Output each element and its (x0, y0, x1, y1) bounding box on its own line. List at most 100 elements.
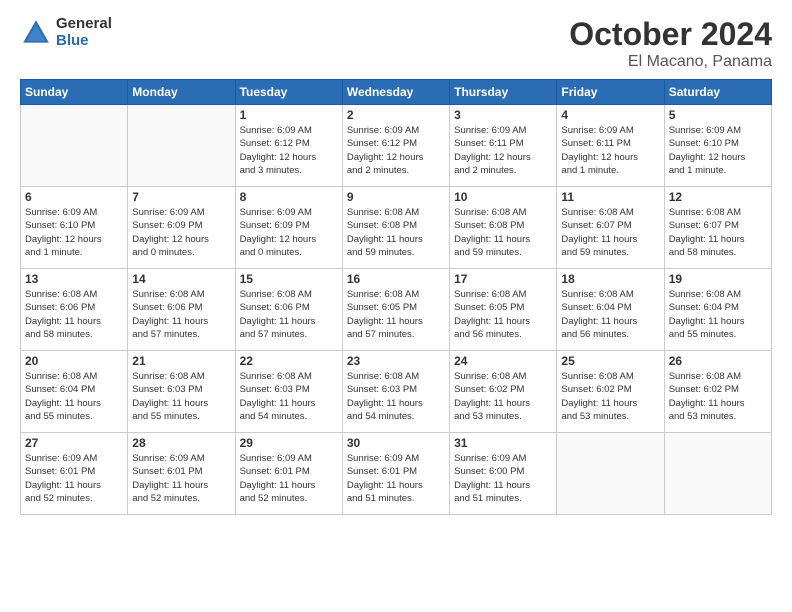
weekday-header-row: Sunday Monday Tuesday Wednesday Thursday… (21, 80, 772, 105)
day-number: 19 (669, 272, 767, 286)
logo-icon (20, 17, 52, 49)
day-info: Sunrise: 6:09 AM Sunset: 6:09 PM Dayligh… (240, 206, 338, 259)
calendar-cell (128, 105, 235, 187)
calendar-cell: 5 Sunrise: 6:09 AM Sunset: 6:10 PM Daylig… (664, 105, 771, 187)
logo-blue-text: Blue (56, 33, 112, 50)
day-info: Sunrise: 6:08 AM Sunset: 6:03 PM Dayligh… (240, 370, 338, 423)
calendar-cell: 2Sunrise: 6:09 AM Sunset: 6:12 PM Daylig… (342, 105, 449, 187)
day-number: 18 (561, 272, 659, 286)
calendar-cell: 7 Sunrise: 6:09 AM Sunset: 6:09 PM Daylig… (128, 187, 235, 269)
day-info: Sunrise: 6:08 AM Sunset: 6:02 PM Dayligh… (669, 370, 767, 423)
day-info: Sunrise: 6:09 AM Sunset: 6:09 PM Dayligh… (132, 206, 230, 259)
calendar-cell: 27Sunrise: 6:09 AM Sunset: 6:01 PM Dayli… (21, 433, 128, 515)
day-info: Sunrise: 6:09 AM Sunset: 6:10 PM Dayligh… (669, 124, 767, 177)
calendar-week-row: 20 Sunrise: 6:08 AM Sunset: 6:04 PM Dayli… (21, 351, 772, 433)
day-number: 20 (25, 354, 123, 368)
day-info: Sunrise: 6:09 AM Sunset: 6:01 PM Dayligh… (240, 452, 338, 505)
calendar-week-row: 6Sunrise: 6:09 AM Sunset: 6:10 PM Daylig… (21, 187, 772, 269)
page: General Blue October 2024 El Macano, Pan… (0, 0, 792, 612)
calendar-cell: 6Sunrise: 6:09 AM Sunset: 6:10 PM Daylig… (21, 187, 128, 269)
day-number: 30 (347, 436, 445, 450)
day-info: Sunrise: 6:09 AM Sunset: 6:01 PM Dayligh… (347, 452, 445, 505)
day-number: 6 (25, 190, 123, 204)
calendar-cell: 18 Sunrise: 6:08 AM Sunset: 6:04 PM Dayli… (557, 269, 664, 351)
header-monday: Monday (128, 80, 235, 105)
day-info: Sunrise: 6:08 AM Sunset: 6:04 PM Dayligh… (561, 288, 659, 341)
day-number: 17 (454, 272, 552, 286)
day-number: 25 (561, 354, 659, 368)
logo-text: General Blue (56, 16, 112, 49)
day-number: 7 (132, 190, 230, 204)
day-info: Sunrise: 6:08 AM Sunset: 6:08 PM Dayligh… (347, 206, 445, 259)
logo: General Blue (20, 16, 112, 49)
calendar-cell: 21 Sunrise: 6:08 AM Sunset: 6:03 PM Dayli… (128, 351, 235, 433)
calendar-cell: 10 Sunrise: 6:08 AM Sunset: 6:08 PM Dayli… (450, 187, 557, 269)
day-info: Sunrise: 6:08 AM Sunset: 6:04 PM Dayligh… (25, 370, 123, 423)
day-number: 5 (669, 108, 767, 122)
calendar-cell: 16Sunrise: 6:08 AM Sunset: 6:05 PM Dayli… (342, 269, 449, 351)
day-info: Sunrise: 6:08 AM Sunset: 6:05 PM Dayligh… (454, 288, 552, 341)
calendar-cell: 19 Sunrise: 6:08 AM Sunset: 6:04 PM Dayli… (664, 269, 771, 351)
logo-general-text: General (56, 16, 112, 33)
calendar-cell: 13Sunrise: 6:08 AM Sunset: 6:06 PM Dayli… (21, 269, 128, 351)
header-tuesday: Tuesday (235, 80, 342, 105)
day-info: Sunrise: 6:08 AM Sunset: 6:06 PM Dayligh… (240, 288, 338, 341)
day-number: 31 (454, 436, 552, 450)
day-number: 26 (669, 354, 767, 368)
header: General Blue October 2024 El Macano, Pan… (20, 16, 772, 71)
day-info: Sunrise: 6:08 AM Sunset: 6:04 PM Dayligh… (669, 288, 767, 341)
calendar-cell (21, 105, 128, 187)
day-number: 9 (347, 190, 445, 204)
header-saturday: Saturday (664, 80, 771, 105)
day-number: 15 (240, 272, 338, 286)
day-info: Sunrise: 6:08 AM Sunset: 6:06 PM Dayligh… (132, 288, 230, 341)
calendar-cell: 24Sunrise: 6:08 AM Sunset: 6:02 PM Dayli… (450, 351, 557, 433)
day-info: Sunrise: 6:08 AM Sunset: 6:03 PM Dayligh… (347, 370, 445, 423)
day-number: 1 (240, 108, 338, 122)
calendar-cell: 22 Sunrise: 6:08 AM Sunset: 6:03 PM Dayli… (235, 351, 342, 433)
day-info: Sunrise: 6:09 AM Sunset: 6:12 PM Dayligh… (240, 124, 338, 177)
day-info: Sunrise: 6:08 AM Sunset: 6:08 PM Dayligh… (454, 206, 552, 259)
calendar-cell: 3Sunrise: 6:09 AM Sunset: 6:11 PM Daylig… (450, 105, 557, 187)
header-thursday: Thursday (450, 80, 557, 105)
calendar-table: Sunday Monday Tuesday Wednesday Thursday… (20, 79, 772, 515)
calendar-cell: 23 Sunrise: 6:08 AM Sunset: 6:03 PM Dayli… (342, 351, 449, 433)
calendar-location: El Macano, Panama (569, 53, 772, 71)
day-info: Sunrise: 6:09 AM Sunset: 6:00 PM Dayligh… (454, 452, 552, 505)
day-number: 16 (347, 272, 445, 286)
day-info: Sunrise: 6:09 AM Sunset: 6:01 PM Dayligh… (132, 452, 230, 505)
title-area: October 2024 El Macano, Panama (569, 16, 772, 71)
day-number: 28 (132, 436, 230, 450)
day-number: 3 (454, 108, 552, 122)
calendar-cell: 17 Sunrise: 6:08 AM Sunset: 6:05 PM Dayli… (450, 269, 557, 351)
header-sunday: Sunday (21, 80, 128, 105)
header-friday: Friday (557, 80, 664, 105)
day-number: 10 (454, 190, 552, 204)
calendar-cell: 12 Sunrise: 6:08 AM Sunset: 6:07 PM Dayli… (664, 187, 771, 269)
day-info: Sunrise: 6:09 AM Sunset: 6:11 PM Dayligh… (561, 124, 659, 177)
day-number: 11 (561, 190, 659, 204)
calendar-cell: 4Sunrise: 6:09 AM Sunset: 6:11 PM Daylig… (557, 105, 664, 187)
day-info: Sunrise: 6:08 AM Sunset: 6:07 PM Dayligh… (669, 206, 767, 259)
calendar-cell: 31 Sunrise: 6:09 AM Sunset: 6:00 PM Dayli… (450, 433, 557, 515)
day-info: Sunrise: 6:08 AM Sunset: 6:07 PM Dayligh… (561, 206, 659, 259)
day-number: 22 (240, 354, 338, 368)
day-number: 24 (454, 354, 552, 368)
calendar-cell: 26 Sunrise: 6:08 AM Sunset: 6:02 PM Dayli… (664, 351, 771, 433)
day-number: 12 (669, 190, 767, 204)
day-info: Sunrise: 6:09 AM Sunset: 6:12 PM Dayligh… (347, 124, 445, 177)
day-number: 21 (132, 354, 230, 368)
day-number: 23 (347, 354, 445, 368)
calendar-week-row: 13Sunrise: 6:08 AM Sunset: 6:06 PM Dayli… (21, 269, 772, 351)
calendar-week-row: 27Sunrise: 6:09 AM Sunset: 6:01 PM Dayli… (21, 433, 772, 515)
calendar-cell: 11 Sunrise: 6:08 AM Sunset: 6:07 PM Dayli… (557, 187, 664, 269)
day-info: Sunrise: 6:08 AM Sunset: 6:03 PM Dayligh… (132, 370, 230, 423)
calendar-cell: 20 Sunrise: 6:08 AM Sunset: 6:04 PM Dayli… (21, 351, 128, 433)
calendar-cell: 28 Sunrise: 6:09 AM Sunset: 6:01 PM Dayli… (128, 433, 235, 515)
day-info: Sunrise: 6:08 AM Sunset: 6:06 PM Dayligh… (25, 288, 123, 341)
calendar-cell: 15 Sunrise: 6:08 AM Sunset: 6:06 PM Dayli… (235, 269, 342, 351)
calendar-cell: 8Sunrise: 6:09 AM Sunset: 6:09 PM Daylig… (235, 187, 342, 269)
calendar-title: October 2024 (569, 16, 772, 53)
calendar-cell: 9 Sunrise: 6:08 AM Sunset: 6:08 PM Daylig… (342, 187, 449, 269)
day-number: 29 (240, 436, 338, 450)
